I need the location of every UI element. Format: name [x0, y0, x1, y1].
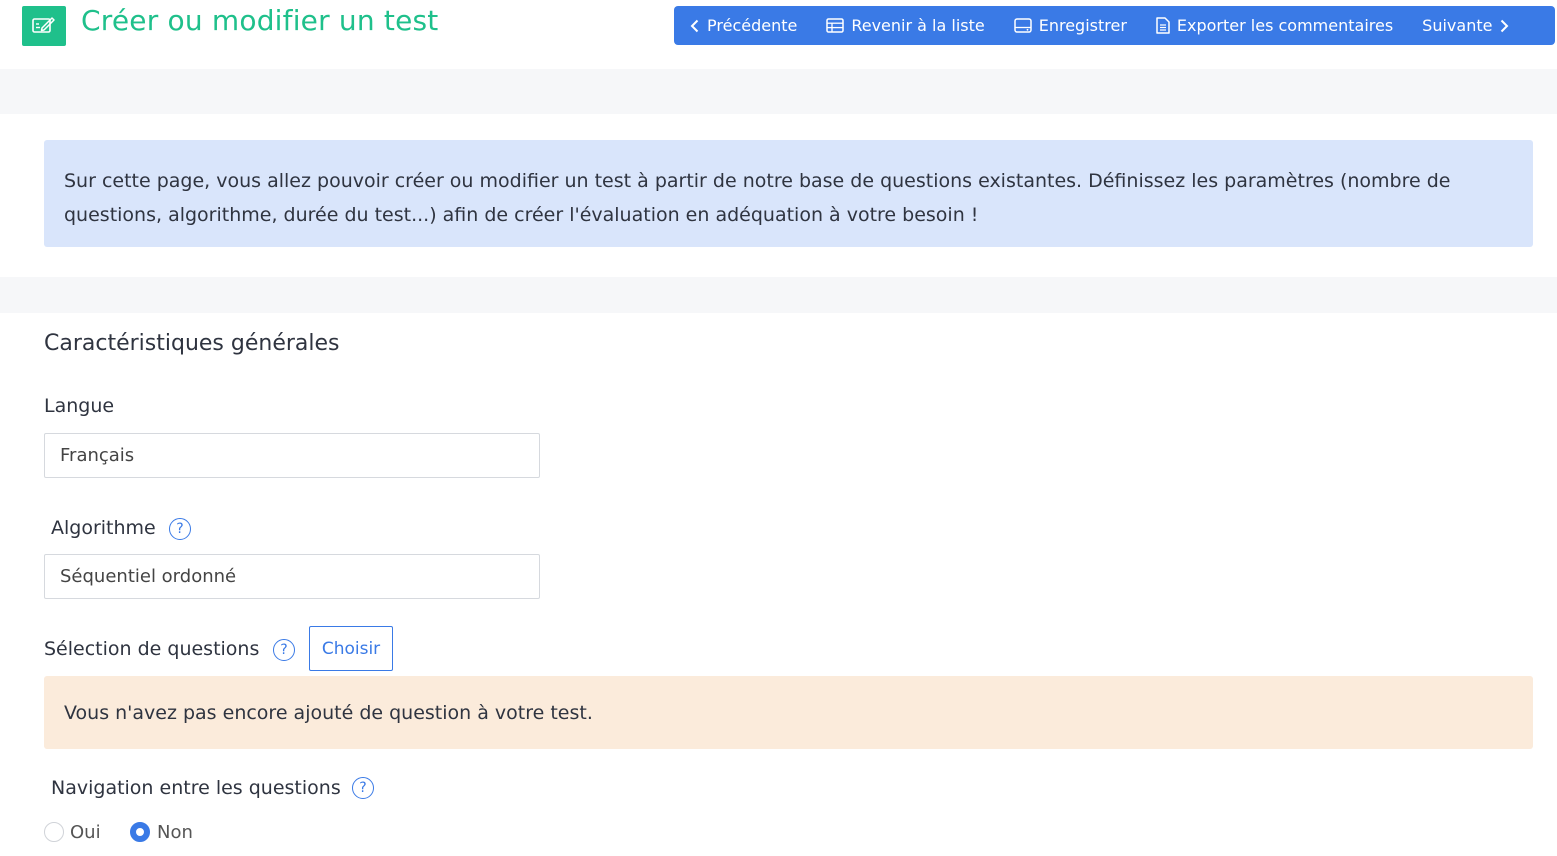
- action-toolbar: Précédente Revenir à la liste Enregistre…: [674, 6, 1555, 45]
- algorithm-label: Algorithme: [51, 517, 156, 539]
- top-bar: Créer ou modifier un test Précédente Rev…: [0, 0, 1557, 69]
- info-alert: Sur cette page, vous allez pouvoir créer…: [44, 140, 1533, 247]
- navigation-label: Navigation entre les questions: [51, 777, 341, 799]
- help-icon[interactable]: ?: [273, 639, 295, 661]
- export-comments-label: Exporter les commentaires: [1176, 16, 1394, 35]
- back-to-list-label: Revenir à la liste: [851, 16, 985, 35]
- section-separator: [0, 69, 1557, 114]
- help-icon[interactable]: ?: [169, 518, 191, 540]
- warning-alert-text: Vous n'avez pas encore ajouté de questio…: [64, 701, 593, 724]
- save-button[interactable]: Enregistrer: [1013, 6, 1127, 45]
- warning-alert: Vous n'avez pas encore ajouté de questio…: [44, 676, 1533, 749]
- section-separator: [0, 277, 1557, 313]
- table-list-icon: [826, 18, 845, 33]
- edit-note-icon: [22, 6, 66, 46]
- previous-button[interactable]: Précédente: [690, 6, 797, 45]
- algorithm-value: Séquentiel ordonné: [60, 566, 237, 587]
- document-icon: [1156, 17, 1170, 34]
- page-title: Créer ou modifier un test: [81, 4, 439, 37]
- previous-label: Précédente: [707, 16, 798, 35]
- next-label: Suivante: [1422, 16, 1493, 35]
- export-comments-button[interactable]: Exporter les commentaires: [1156, 6, 1393, 45]
- section-title: Caractéristiques générales: [44, 331, 340, 356]
- choose-questions-button[interactable]: Choisir: [309, 626, 393, 671]
- chevron-right-icon: [1501, 19, 1509, 32]
- next-button[interactable]: Suivante: [1422, 6, 1509, 45]
- language-select[interactable]: Français: [44, 433, 540, 478]
- navigation-radio-yes[interactable]: [44, 822, 64, 842]
- back-to-list-button[interactable]: Revenir à la liste: [826, 6, 985, 45]
- navigation-radio-no-label: Non: [157, 822, 193, 843]
- navigation-radio-yes-label: Oui: [70, 822, 101, 843]
- algorithm-select[interactable]: Séquentiel ordonné: [44, 554, 540, 599]
- help-icon[interactable]: ?: [352, 777, 374, 799]
- navigation-radio-no[interactable]: [130, 822, 150, 842]
- chevron-left-icon: [690, 19, 699, 32]
- language-value: Français: [60, 445, 135, 466]
- info-alert-text: Sur cette page, vous allez pouvoir créer…: [64, 170, 1451, 226]
- language-label: Langue: [44, 395, 115, 417]
- question-selection-label: Sélection de questions: [44, 638, 260, 660]
- save-drive-icon: [1013, 18, 1032, 33]
- save-label: Enregistrer: [1038, 16, 1127, 35]
